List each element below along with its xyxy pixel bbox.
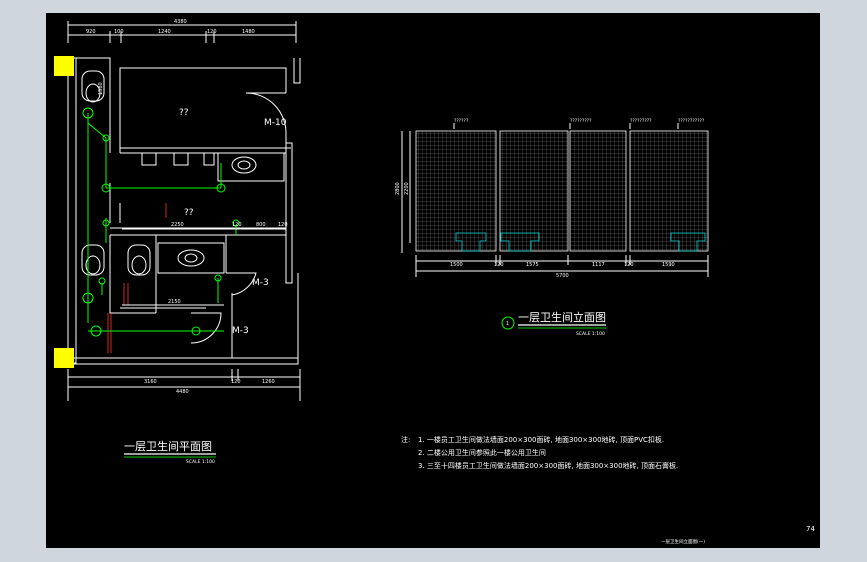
plan-view: 4380 920 100 1240 120 1480 2250 120 800 … bbox=[54, 19, 301, 465]
note-2: 2. 二楼公用卫生间参照此一楼公用卫生间 bbox=[418, 448, 546, 457]
elev-panel-3 bbox=[569, 130, 627, 252]
plan-wall-3 bbox=[293, 58, 301, 84]
plan-bottom-dim-2: 120 bbox=[231, 379, 241, 385]
elev-height-inner: 2200 bbox=[404, 182, 410, 195]
plan-bottom-dim-3: 1260 bbox=[262, 379, 275, 385]
column-bottom-left bbox=[54, 348, 74, 368]
plan-inner-dim-c: 800 bbox=[256, 222, 266, 228]
door-label-m10: M-10 bbox=[264, 118, 287, 128]
elev-top-label-4: ??????????? bbox=[678, 118, 705, 124]
notes-label: 注: bbox=[401, 435, 410, 444]
footer-label: 一层卫生间立面图(一) bbox=[661, 538, 705, 545]
toilet-3-icon bbox=[127, 244, 151, 276]
elev-dim-1: 1500 bbox=[450, 262, 463, 268]
elev-section-marker-label: 1 bbox=[506, 321, 509, 327]
plan-bottom-total-dim: 4480 bbox=[176, 389, 189, 395]
drawing-sheet: 4380 920 100 1240 120 1480 2250 120 800 … bbox=[46, 13, 820, 548]
fixtures bbox=[81, 70, 285, 276]
door-label-m3-upper: M-3 bbox=[252, 278, 269, 288]
elev-height-total: 2800 bbox=[395, 182, 401, 195]
vanity-lower bbox=[157, 242, 225, 274]
elev-dim-6: 1590 bbox=[662, 262, 675, 268]
elev-dim-4: 1117 bbox=[592, 262, 605, 268]
door-swing-m3-lower bbox=[190, 312, 222, 344]
plan-inner-dim-d: 120 bbox=[278, 222, 288, 228]
sink-upper-icon bbox=[231, 156, 257, 174]
plan-inner-dim-a: 2250 bbox=[171, 222, 184, 228]
plan-bottom-dim-1: 3160 bbox=[144, 379, 157, 385]
urinals-icon bbox=[141, 152, 215, 166]
plan-top-dim-5: 1480 bbox=[242, 29, 255, 35]
plan-wall-1 bbox=[76, 57, 111, 153]
elevation-view: 2800 2200 ?????? ????????? ????????? ???… bbox=[395, 118, 709, 337]
toilet-2-icon bbox=[81, 244, 105, 276]
elev-top-label-2: ????????? bbox=[570, 118, 592, 124]
plan-bottom-ticks bbox=[67, 369, 301, 401]
notes-block: 注: 1. 一楼员工卫生间做法墙面200×300面砖, 地面300×300地砖,… bbox=[401, 435, 678, 470]
elev-dim-3: 1575 bbox=[526, 262, 539, 268]
plan-top-dim-2: 100 bbox=[114, 29, 124, 35]
plan-top-dim-1: 920 bbox=[86, 29, 96, 35]
cad-drawing: 4380 920 100 1240 120 1480 2250 120 800 … bbox=[54, 19, 815, 545]
plan-top-total-dim: 4380 bbox=[174, 19, 187, 25]
room-label-1: ?? bbox=[179, 108, 189, 118]
elev-top-label-1: ?????? bbox=[454, 118, 469, 124]
sink-lower-icon bbox=[177, 249, 205, 267]
electrical-wiring bbox=[82, 107, 240, 337]
plan-title: 一层卫生间平面图 bbox=[124, 439, 212, 453]
plan-bottom-wall bbox=[67, 357, 299, 365]
plan-inner-dim-e: 2150 bbox=[168, 299, 181, 305]
column-top-left bbox=[54, 56, 74, 76]
plan-scale: SCALE 1:100 bbox=[186, 459, 215, 465]
elevation-title: 一层卫生间立面图 bbox=[518, 310, 606, 324]
vanity-upper bbox=[217, 152, 285, 182]
room-label-2: ?? bbox=[184, 208, 194, 218]
plan-left-wall bbox=[67, 57, 77, 364]
plan-right-wall bbox=[285, 142, 293, 284]
plan-left-dim: 1580 bbox=[98, 82, 104, 95]
elev-dim-5: 120 bbox=[624, 262, 634, 268]
plan-top-dim-4: 120 bbox=[207, 29, 217, 35]
door-label-m3-lower: M-3 bbox=[232, 326, 249, 336]
note-1: 1. 一楼员工卫生间做法墙面200×300面砖, 地面300×300地砖, 顶面… bbox=[418, 435, 664, 444]
plan-top-dim-3: 1240 bbox=[158, 29, 171, 35]
elev-total-width: 5700 bbox=[556, 273, 569, 279]
plan-wall-2 bbox=[119, 67, 287, 153]
elevation-scale: SCALE 1:100 bbox=[576, 331, 605, 337]
note-3: 3. 三至十四楼员工卫生间做法墙面200×300面砖, 地面300×300地砖,… bbox=[418, 461, 678, 470]
elev-top-label-3: ????????? bbox=[630, 118, 652, 124]
elev-dim-2: 120 bbox=[494, 262, 504, 268]
plan-inner-dim-b: 120 bbox=[232, 222, 242, 228]
page-number: 74 bbox=[806, 525, 815, 533]
